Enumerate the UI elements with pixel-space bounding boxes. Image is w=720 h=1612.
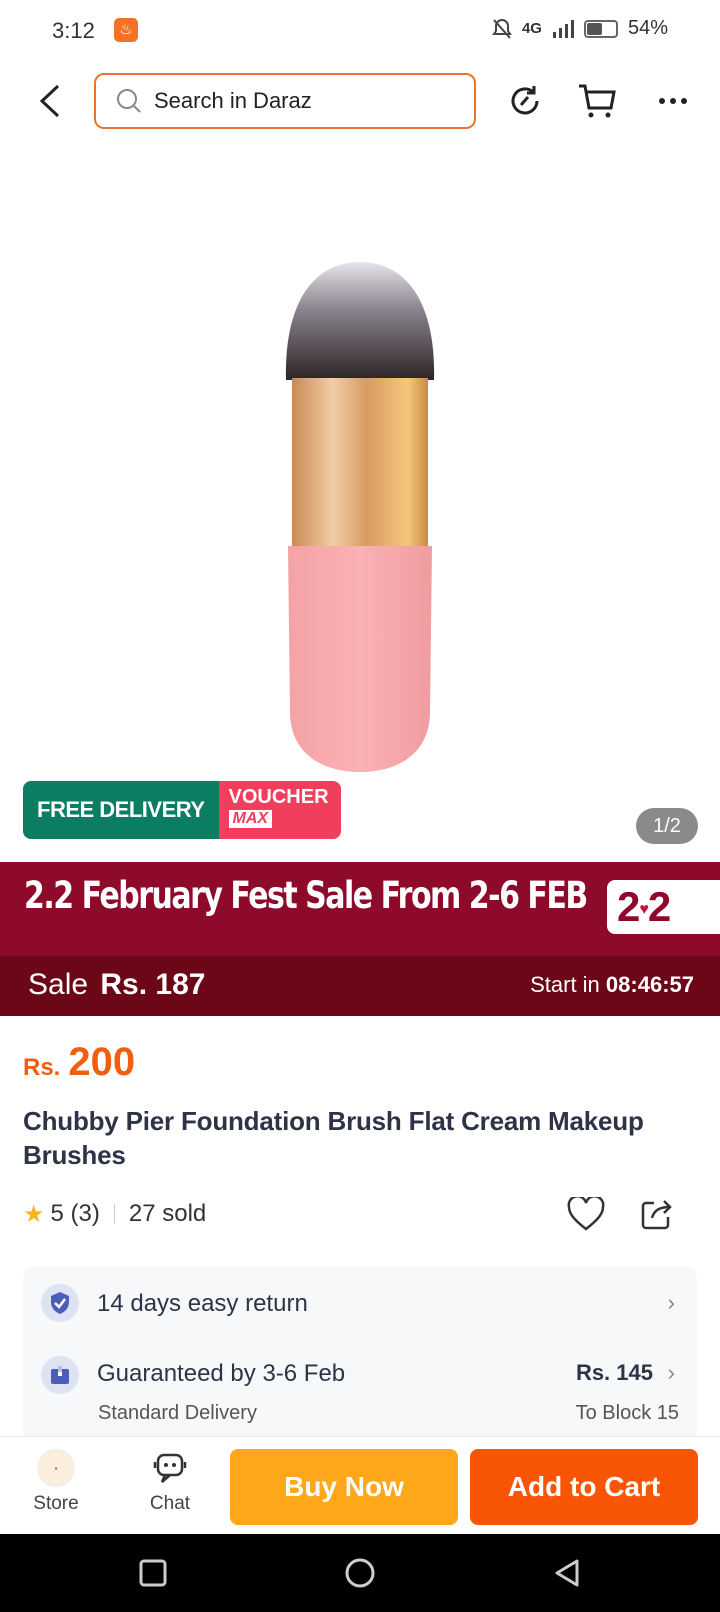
image-page-indicator: 1/2: [636, 808, 698, 844]
price-currency: Rs.: [23, 1054, 61, 1081]
price-value: 200: [68, 1040, 136, 1084]
sale-price: Rs. 187: [100, 968, 206, 1001]
promo-badge: FREE DELIVERY VOUCHER MAX: [23, 781, 341, 839]
cart-icon: [579, 84, 616, 118]
search-input[interactable]: Search in Daraz: [94, 73, 476, 129]
daraz-notification-icon: ♨: [114, 18, 138, 42]
recents-icon: [139, 1559, 167, 1587]
bottom-action-bar: ▪ Store Chat Buy Now Add to Cart: [0, 1436, 720, 1534]
product-image-brush: [285, 262, 435, 772]
delivery-box-icon: [41, 1356, 79, 1394]
back-button[interactable]: [30, 78, 70, 124]
back-icon: [39, 84, 60, 118]
signal-icon: [552, 19, 574, 38]
share-icon: [641, 1200, 672, 1230]
cart-button[interactable]: [574, 78, 620, 124]
rating-value[interactable]: 5: [51, 1200, 64, 1228]
store-avatar: ▪: [37, 1449, 75, 1487]
system-back-button[interactable]: [544, 1550, 590, 1596]
share-button[interactable]: [502, 78, 548, 124]
sale-strip: Sale Rs. 187 Start in 08:46:57: [0, 956, 720, 1016]
countdown-label: Start in: [530, 972, 600, 997]
chat-bot-icon: [153, 1453, 187, 1483]
home-icon: [345, 1558, 375, 1588]
campaign-banner[interactable]: 2.2 February Fest Sale From 2-6 FEB 2♥2: [0, 862, 720, 956]
sale-info: Sale Rs. 187: [28, 968, 205, 1002]
countdown-timer: 08:46:57: [605, 972, 694, 997]
status-time: 3:12: [52, 18, 95, 43]
store-button[interactable]: ▪ Store: [16, 1449, 96, 1525]
network-type: 4G: [521, 20, 542, 37]
product-price: Rs. 200: [23, 1040, 135, 1085]
campaign-logo: 2♥2: [607, 880, 720, 934]
rating-count[interactable]: (3): [71, 1200, 100, 1228]
voucher-max-label: MAX: [228, 810, 273, 828]
sold-count: 27 sold: [128, 1200, 207, 1227]
product-title: Chubby Pier Foundation Brush Flat Cream …: [23, 1106, 644, 1170]
more-button[interactable]: [650, 78, 696, 124]
shield-check-icon: [41, 1284, 79, 1322]
voucher-label: VOUCHER: [228, 786, 329, 808]
product-gallery[interactable]: FREE DELIVERY VOUCHER MAX 1/2: [0, 140, 720, 862]
system-nav-bar: [0, 1534, 720, 1612]
add-to-cart-button[interactable]: Add to Cart: [470, 1449, 698, 1525]
sale-label: Sale: [28, 968, 89, 1001]
buy-now-button[interactable]: Buy Now: [230, 1449, 458, 1525]
search-placeholder: Search in Daraz: [154, 88, 312, 113]
delivery-row[interactable]: Guaranteed by 3-6 Feb Standard Delivery …: [23, 1356, 697, 1436]
share-refresh-icon: [511, 86, 539, 115]
campaign-title: 2.2 February Fest Sale From 2-6 FEB: [24, 874, 588, 918]
delivery-type-text: Standard Delivery: [98, 1402, 257, 1424]
search-icon: [117, 89, 141, 113]
store-label: Store: [33, 1493, 79, 1514]
more-icon: [659, 98, 687, 104]
free-delivery-label: FREE DELIVERY: [23, 781, 219, 839]
rating-row: ★ 5 (3) 27 sold: [23, 1192, 703, 1236]
heart-icon: ♥: [639, 900, 648, 918]
service-info-card: 14 days easy return › Guaranteed by 3-6 …: [23, 1266, 697, 1446]
battery-percent: 54%: [627, 17, 668, 39]
delivery-location: To Block 15: [575, 1402, 679, 1424]
share-product-button[interactable]: [635, 1192, 679, 1236]
heart-outline-icon: [567, 1197, 605, 1231]
chevron-right-icon: ›: [667, 1360, 675, 1385]
chat-button[interactable]: Chat: [130, 1449, 210, 1525]
divider: [113, 1204, 115, 1224]
wishlist-button[interactable]: [564, 1192, 608, 1236]
delivery-fee: Rs. 145: [575, 1360, 653, 1385]
recents-button[interactable]: [130, 1550, 176, 1596]
return-policy-row[interactable]: 14 days easy return ›: [23, 1284, 697, 1324]
delivery-guarantee-text: Guaranteed by 3-6 Feb: [97, 1360, 346, 1387]
star-icon: ★: [23, 1200, 45, 1228]
sale-countdown: Start in 08:46:57: [530, 972, 694, 998]
home-button[interactable]: [337, 1550, 383, 1596]
app-header: Search in Daraz: [0, 68, 720, 134]
mute-bell-icon: [492, 18, 512, 39]
triangle-back-icon: [555, 1559, 579, 1587]
status-indicators: 4G 54%: [492, 17, 668, 40]
chevron-right-icon: ›: [667, 1290, 675, 1315]
voucher-max-badge: VOUCHER MAX: [218, 781, 341, 839]
status-bar: 3:12 ♨ 4G 54%: [0, 0, 720, 60]
chat-label: Chat: [149, 1493, 191, 1514]
battery-icon: [583, 19, 618, 38]
return-policy-text: 14 days easy return: [97, 1290, 308, 1317]
battery-level: [586, 22, 603, 35]
